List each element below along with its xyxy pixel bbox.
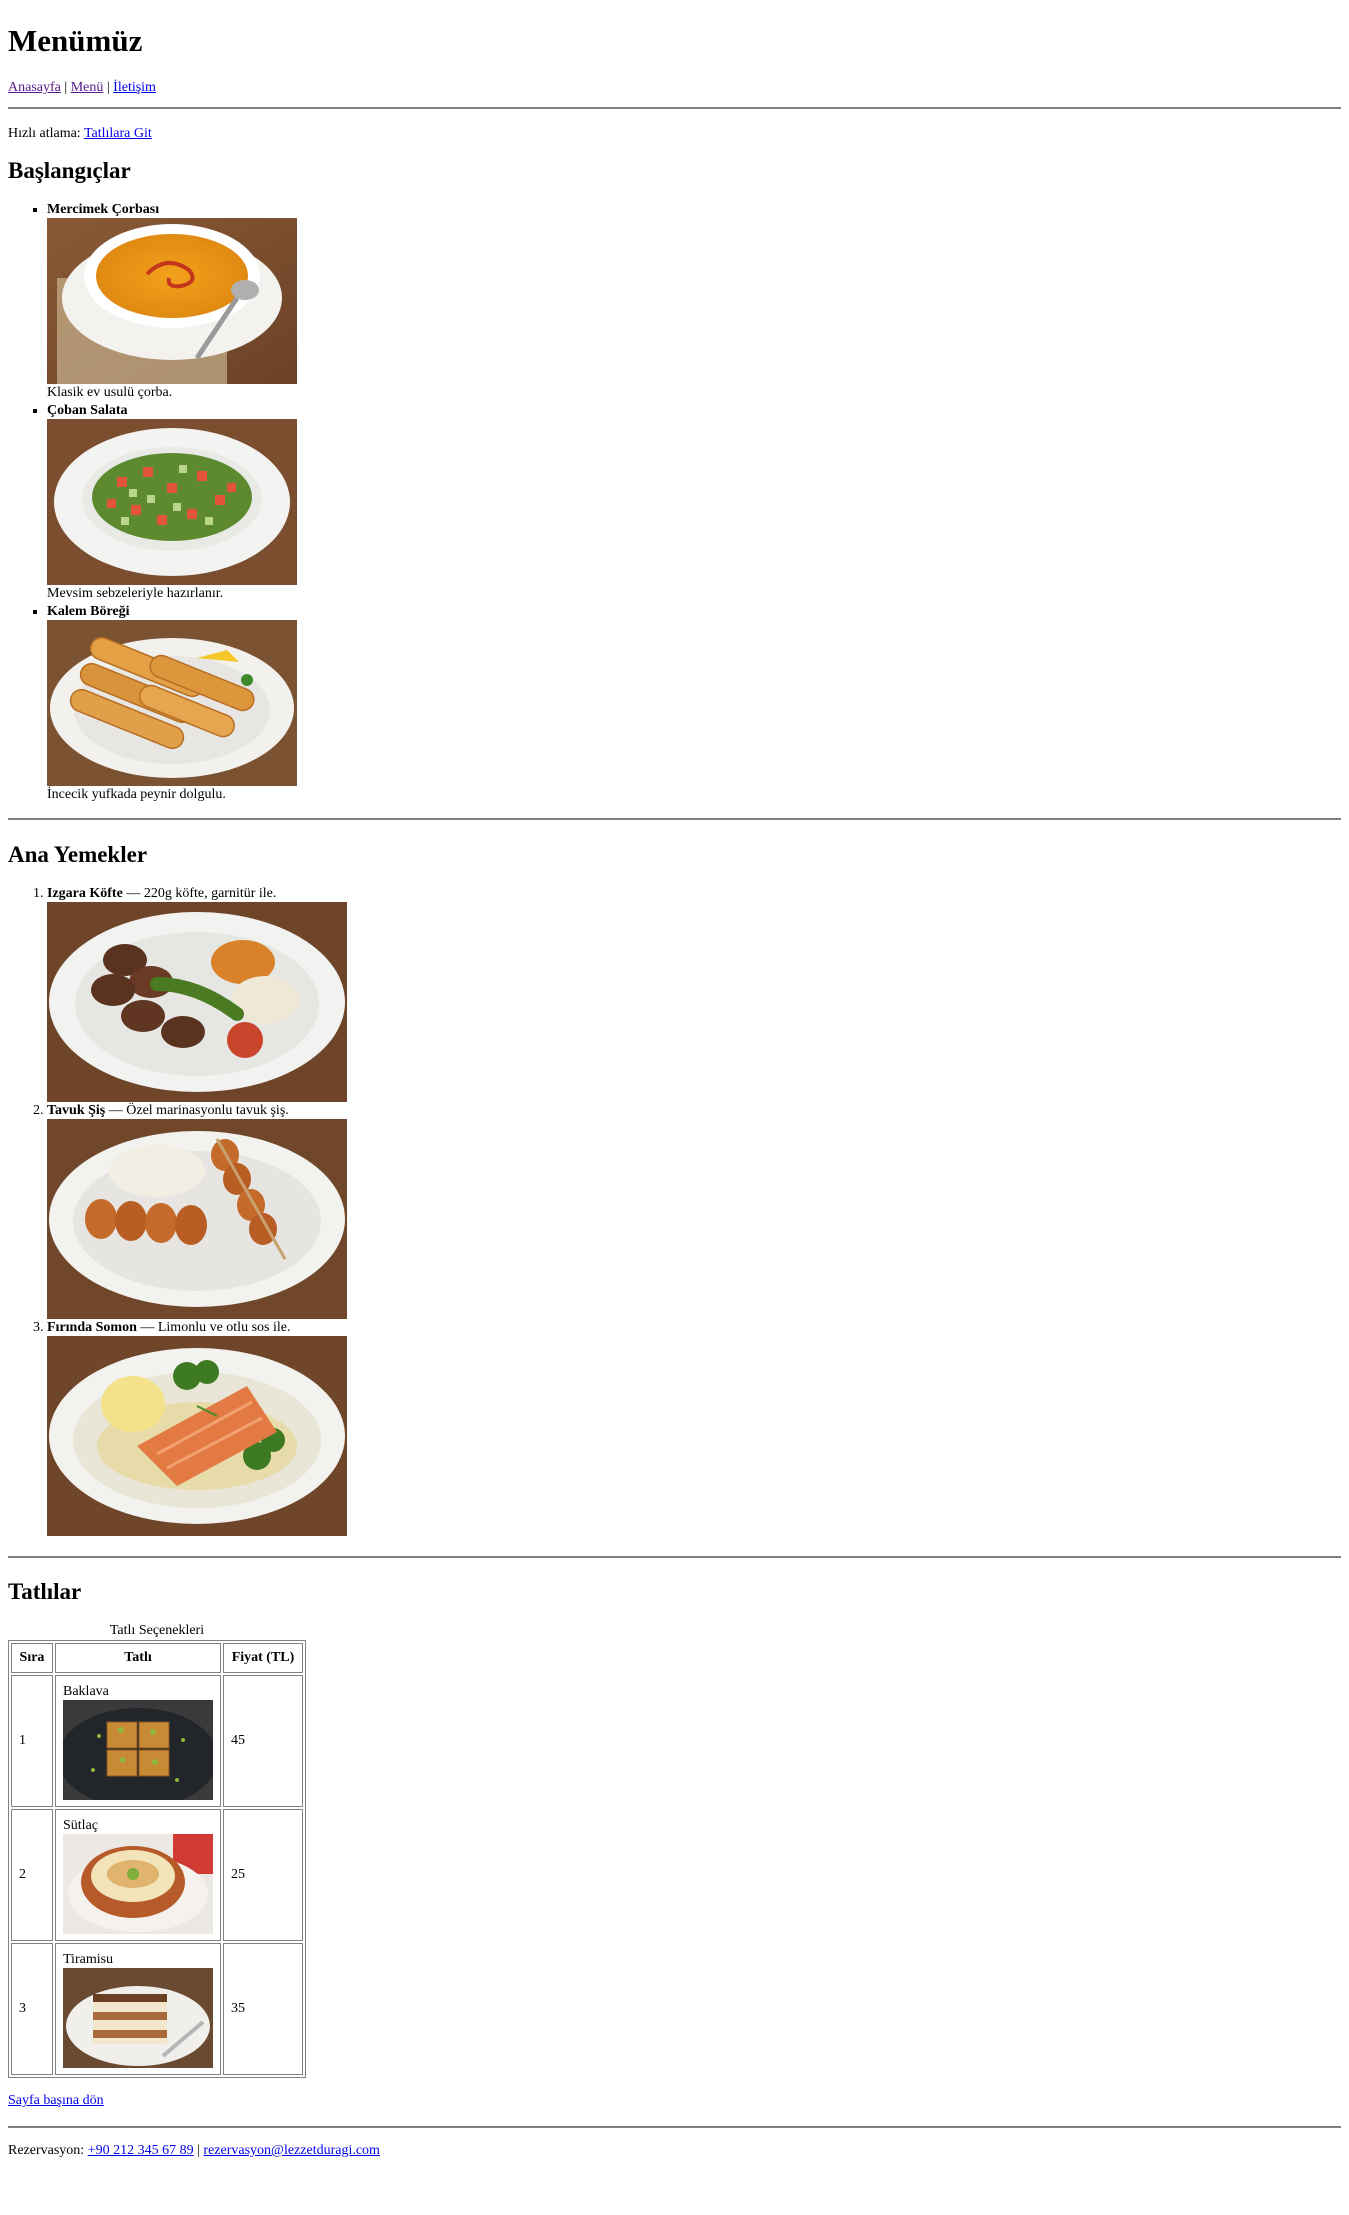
nav-link-contact[interactable]: İletişim: [113, 80, 156, 95]
dash: —: [140, 1320, 155, 1335]
dish-name: Kalem Böreği: [47, 604, 130, 619]
dish-name: Fırında Somon: [47, 1320, 137, 1335]
divider: [8, 818, 1341, 820]
mains-heading: Ana Yemekler: [8, 842, 148, 867]
dish-description: İncecik yufkada peynir dolgulu.: [47, 787, 226, 802]
dessert-cell: Sütlaç: [55, 1809, 221, 1941]
mains-list: Izgara Köfte — 220g köfte, garnitür ile.: [8, 885, 1341, 1536]
list-item: Mercimek Çorbası: [47, 201, 1341, 402]
list-item: Kalem Böreği İncecik: [47, 603, 1341, 804]
dessert-name: Sütlaç: [63, 1818, 98, 1833]
chicken-skewer-image: [47, 1119, 347, 1319]
price-cell: 45: [223, 1675, 303, 1807]
dish-description: Mevsim sebzeleriyle hazırlanır.: [47, 586, 224, 601]
dish-name: Çoban Salata: [47, 403, 128, 418]
desserts-heading: Tatlılar: [8, 1579, 82, 1604]
dessert-cell: Tiramisu: [55, 1943, 221, 2075]
top-nav: Anasayfa | Menü | İletişim: [8, 79, 1341, 97]
rice-pudding-image: [63, 1834, 213, 1934]
column-header-dessert: Tatlı: [55, 1643, 221, 1673]
dessert-name: Tiramisu: [63, 1952, 114, 1967]
price-cell: 35: [223, 1943, 303, 2075]
nav-link-menu[interactable]: Menü: [71, 80, 104, 95]
desserts-table: Tatlı Seçenekleri Sıra Tatlı Fiyat (TL) …: [8, 1622, 306, 2078]
list-item: Tavuk Şiş — Özel marinasyonlu tavuk şiş.: [47, 1102, 1341, 1319]
reservation-label: Rezervasyon:: [8, 2143, 85, 2158]
skip-to-desserts-link[interactable]: Tatlılara Git: [84, 126, 152, 141]
cigar-borek-image: [47, 620, 297, 786]
grilled-meatballs-image: [47, 902, 347, 1102]
column-header-order: Sıra: [11, 1643, 53, 1673]
starters-heading: Başlangıçlar: [8, 158, 131, 183]
dash: —: [108, 1103, 123, 1118]
baklava-image: [63, 1700, 213, 1800]
dish-name: Tavuk Şiş: [47, 1103, 106, 1118]
skip-links: Hızlı atlama: Tatlılara Git: [8, 125, 1341, 143]
column-header-price: Fiyat (TL): [223, 1643, 303, 1673]
email-link[interactable]: rezervasyon@lezzetduragi.com: [203, 2143, 380, 2158]
starters-list: Mercimek Çorbası: [8, 201, 1341, 804]
order-cell: 3: [11, 1943, 53, 2075]
table-header-row: Sıra Tatlı Fiyat (TL): [11, 1643, 303, 1673]
list-item: Fırında Somon — Limonlu ve otlu sos ile.: [47, 1319, 1341, 1536]
divider: [8, 1556, 1341, 1558]
list-item: Izgara Köfte — 220g köfte, garnitür ile.: [47, 885, 1341, 1102]
tiramisu-image: [63, 1968, 213, 2068]
table-row: 1 Baklava 45: [11, 1675, 303, 1807]
price-cell: 25: [223, 1809, 303, 1941]
divider: [8, 107, 1341, 109]
dessert-name: Baklava: [63, 1684, 109, 1699]
list-item: Çoban Salata: [47, 402, 1341, 603]
table-caption: Tatlı Seçenekleri: [109, 1623, 205, 1638]
dash: —: [126, 886, 141, 901]
dish-description: Limonlu ve otlu sos ile.: [157, 1320, 291, 1335]
dish-name: Izgara Köfte: [47, 886, 123, 901]
table-row: 2 Sütlaç 25: [11, 1809, 303, 1941]
dessert-cell: Baklava: [55, 1675, 221, 1807]
footer-separator: |: [197, 2143, 200, 2158]
dish-description: 220g köfte, garnitür ile.: [143, 886, 277, 901]
page-title: Menümüz: [8, 23, 143, 58]
dish-description: Özel marinasyonlu tavuk şiş.: [126, 1103, 289, 1118]
dish-name: Mercimek Çorbası: [47, 202, 160, 217]
order-cell: 2: [11, 1809, 53, 1941]
shepherd-salad-image: [47, 419, 297, 585]
back-to-top-link[interactable]: Sayfa başına dön: [8, 2093, 104, 2108]
skip-label: Hızlı atlama:: [8, 126, 81, 141]
nav-link-home[interactable]: Anasayfa: [8, 80, 61, 95]
lentil-soup-image: [47, 218, 297, 384]
baked-salmon-image: [47, 1336, 347, 1536]
footer: Rezervasyon: +90 212 345 67 89 | rezerva…: [8, 2142, 1341, 2160]
divider: [8, 2126, 1341, 2128]
order-cell: 1: [11, 1675, 53, 1807]
dish-description: Klasik ev usulü çorba.: [47, 385, 173, 400]
nav-separator: |: [106, 80, 110, 95]
phone-link[interactable]: +90 212 345 67 89: [88, 2143, 194, 2158]
nav-separator: |: [64, 80, 68, 95]
table-row: 3 Tiramisu 35: [11, 1943, 303, 2075]
